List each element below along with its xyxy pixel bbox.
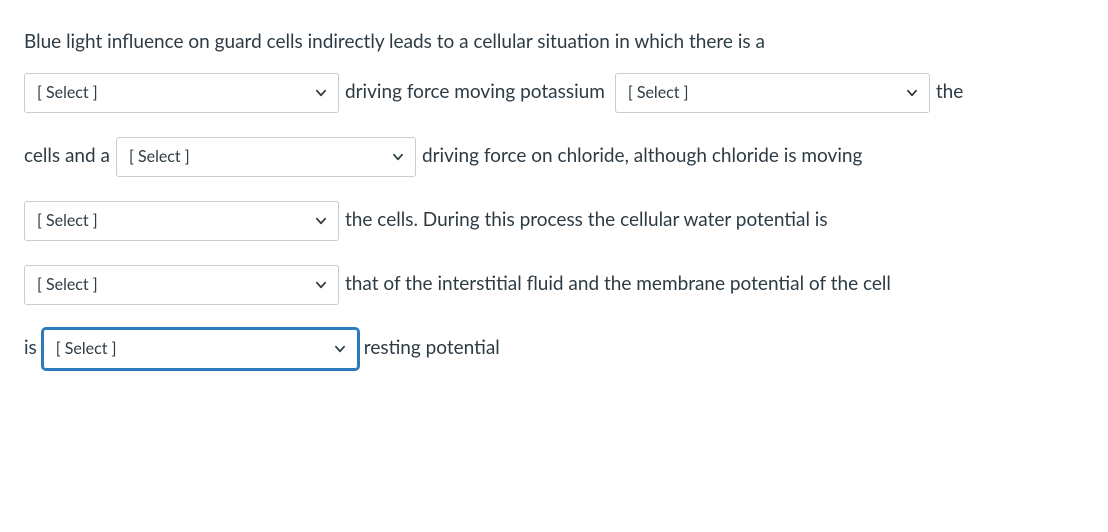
select-3-label: [ Select ] xyxy=(129,145,190,169)
chevron-down-icon xyxy=(314,278,328,292)
text-fragment-7: is xyxy=(24,334,37,363)
text-fragment-3: cells and a xyxy=(24,142,110,171)
chevron-down-icon xyxy=(314,214,328,228)
select-2-label: [ Select ] xyxy=(628,81,689,105)
select-6[interactable]: [ Select ] xyxy=(43,329,358,369)
chevron-down-icon xyxy=(905,86,919,100)
chevron-down-icon xyxy=(314,86,328,100)
text-fragment-5: the cells. During this process the cellu… xyxy=(345,206,828,235)
text-fragment-8: resting potential xyxy=(364,334,500,363)
question-container: Blue light influence on guard cells indi… xyxy=(24,28,1084,377)
text-fragment-1: driving force moving potassium xyxy=(345,78,605,107)
chevron-down-icon xyxy=(391,150,405,164)
select-4-label: [ Select ] xyxy=(37,209,98,233)
text-fragment-4: driving force on chloride, although chlo… xyxy=(422,142,862,171)
select-5[interactable]: [ Select ] xyxy=(24,265,339,305)
text-fragment-2: the xyxy=(936,78,963,107)
select-1[interactable]: [ Select ] xyxy=(24,73,339,113)
select-2[interactable]: [ Select ] xyxy=(615,73,930,113)
select-1-label: [ Select ] xyxy=(37,81,98,105)
select-4[interactable]: [ Select ] xyxy=(24,201,339,241)
select-5-label: [ Select ] xyxy=(37,273,98,297)
question-intro: Blue light influence on guard cells indi… xyxy=(24,28,765,57)
text-fragment-6: that of the interstitial fluid and the m… xyxy=(345,270,891,299)
select-6-label: [ Select ] xyxy=(56,337,117,361)
chevron-down-icon xyxy=(333,342,347,356)
select-3[interactable]: [ Select ] xyxy=(116,137,416,177)
